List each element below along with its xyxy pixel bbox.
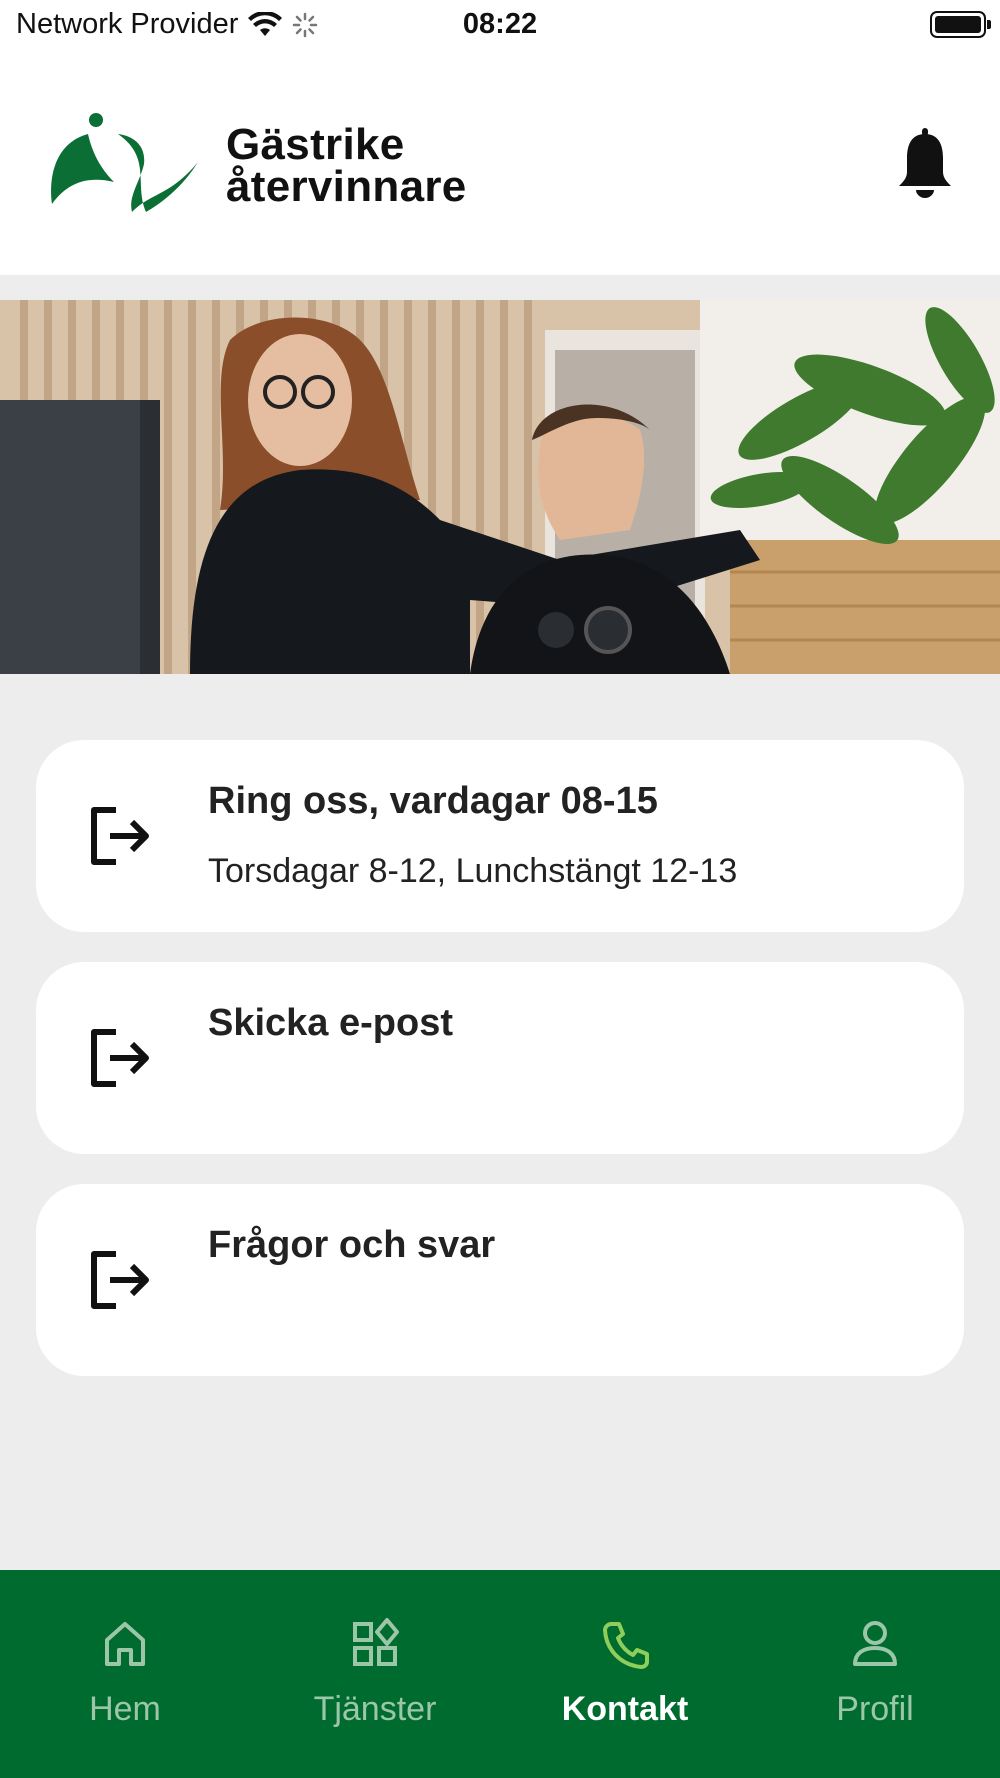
contact-card-title: Frågor och svar (208, 1224, 496, 1266)
nav-label-contact: Kontakt (561, 1690, 689, 1728)
status-bar: Network Provider 08:22 (0, 0, 1000, 54)
person-icon (853, 1621, 897, 1666)
nav-label-profile: Profil (836, 1690, 914, 1728)
nav-label-services: Tjänster (313, 1690, 437, 1728)
app-logo: Gästrike återvinnare (48, 112, 467, 220)
phone-icon (603, 1622, 649, 1669)
external-link-icon (91, 807, 149, 865)
contact-card-subtitle: Torsdagar 8-12, Lunchstängt 12-13 (208, 852, 738, 890)
contact-card-title: Skicka e-post (208, 1002, 453, 1044)
contact-card-email[interactable]: Skicka e-post (36, 962, 964, 1154)
logo-line2: återvinnare (226, 162, 467, 211)
bell-icon[interactable] (898, 128, 952, 198)
logo-mark-icon (51, 113, 198, 212)
nav-item-services[interactable]: Tjänster (250, 1570, 500, 1778)
logo-line1: Gästrike (226, 120, 405, 169)
status-time: 08:22 (462, 8, 538, 40)
battery-icon (930, 11, 991, 38)
external-link-icon (91, 1029, 149, 1087)
staff-photo (0, 300, 1000, 674)
logo-wordmark: Gästrike återvinnare (226, 120, 467, 211)
contact-card-phone[interactable]: Ring oss, vardagar 08-15 Torsdagar 8-12,… (36, 740, 964, 932)
nav-label-home: Hem (89, 1690, 161, 1728)
contact-card-faq[interactable]: Frågor och svar (36, 1184, 964, 1376)
nav-item-contact[interactable]: Kontakt (500, 1570, 750, 1778)
bottom-nav: Hem Tjänster Kontakt Profil (0, 1570, 1000, 1778)
nav-item-home[interactable]: Hem (0, 1570, 250, 1778)
app-header: Gästrike återvinnare (0, 54, 1000, 275)
home-icon (105, 1622, 145, 1666)
nav-item-profile[interactable]: Profil (750, 1570, 1000, 1778)
services-grid-icon (353, 1618, 399, 1666)
contact-card-title: Ring oss, vardagar 08-15 (208, 780, 658, 822)
contact-list: Ring oss, vardagar 08-15 Torsdagar 8-12,… (36, 740, 964, 1406)
external-link-icon (91, 1251, 149, 1309)
hero-image (0, 300, 1000, 674)
